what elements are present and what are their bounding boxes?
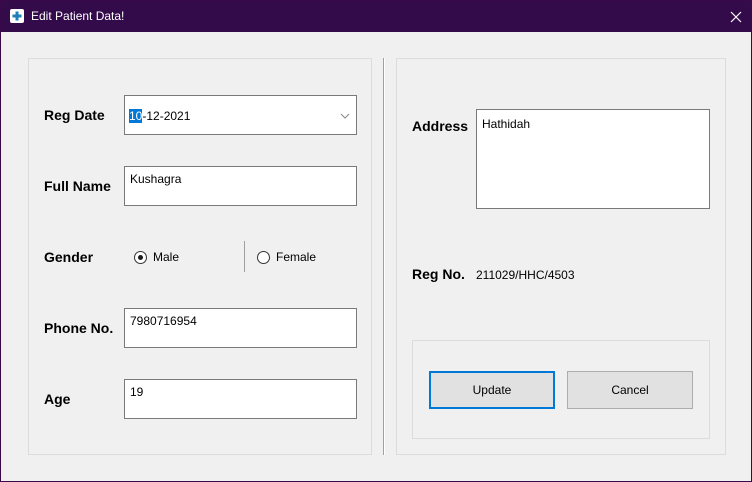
reg-no-label: Reg No. (412, 266, 465, 282)
radio-unchecked-icon[interactable] (257, 250, 270, 264)
gender-male-radio[interactable]: Male (134, 250, 179, 264)
update-button[interactable]: Update (429, 371, 555, 409)
title-bar: Edit Patient Data! (1, 1, 751, 32)
edit-patient-window: Edit Patient Data! Reg Date 10-12-2021 F… (0, 0, 752, 482)
radio-checked-icon[interactable] (134, 250, 147, 264)
age-input[interactable]: 19 (124, 379, 357, 419)
close-icon[interactable] (730, 11, 742, 23)
phone-label: Phone No. (44, 320, 114, 336)
female-option-label: Female (276, 250, 317, 264)
reg-no-value: 211029/HHC/4503 (476, 268, 575, 282)
panel-divider (383, 58, 385, 455)
reg-date-value: 10-12-2021 (129, 109, 191, 123)
reg-date-picker[interactable]: 10-12-2021 (124, 95, 357, 135)
gender-divider (244, 241, 245, 272)
close-button[interactable] (721, 1, 751, 32)
phone-input[interactable]: 7980716954 (124, 308, 357, 348)
app-icon (10, 9, 24, 23)
gender-label: Gender (44, 249, 94, 265)
reg-date-label: Reg Date (44, 107, 105, 123)
address-label: Address (412, 118, 469, 134)
age-label: Age (44, 391, 71, 407)
cancel-button[interactable]: Cancel (567, 371, 693, 409)
full-name-input[interactable]: Kushagra (124, 166, 357, 206)
window-title: Edit Patient Data! (31, 9, 125, 23)
chevron-down-icon[interactable] (340, 109, 350, 123)
address-input[interactable]: Hathidah (476, 109, 710, 209)
male-option-label: Male (153, 250, 180, 264)
gender-female-radio[interactable]: Female (257, 250, 316, 264)
full-name-label: Full Name (44, 178, 111, 194)
